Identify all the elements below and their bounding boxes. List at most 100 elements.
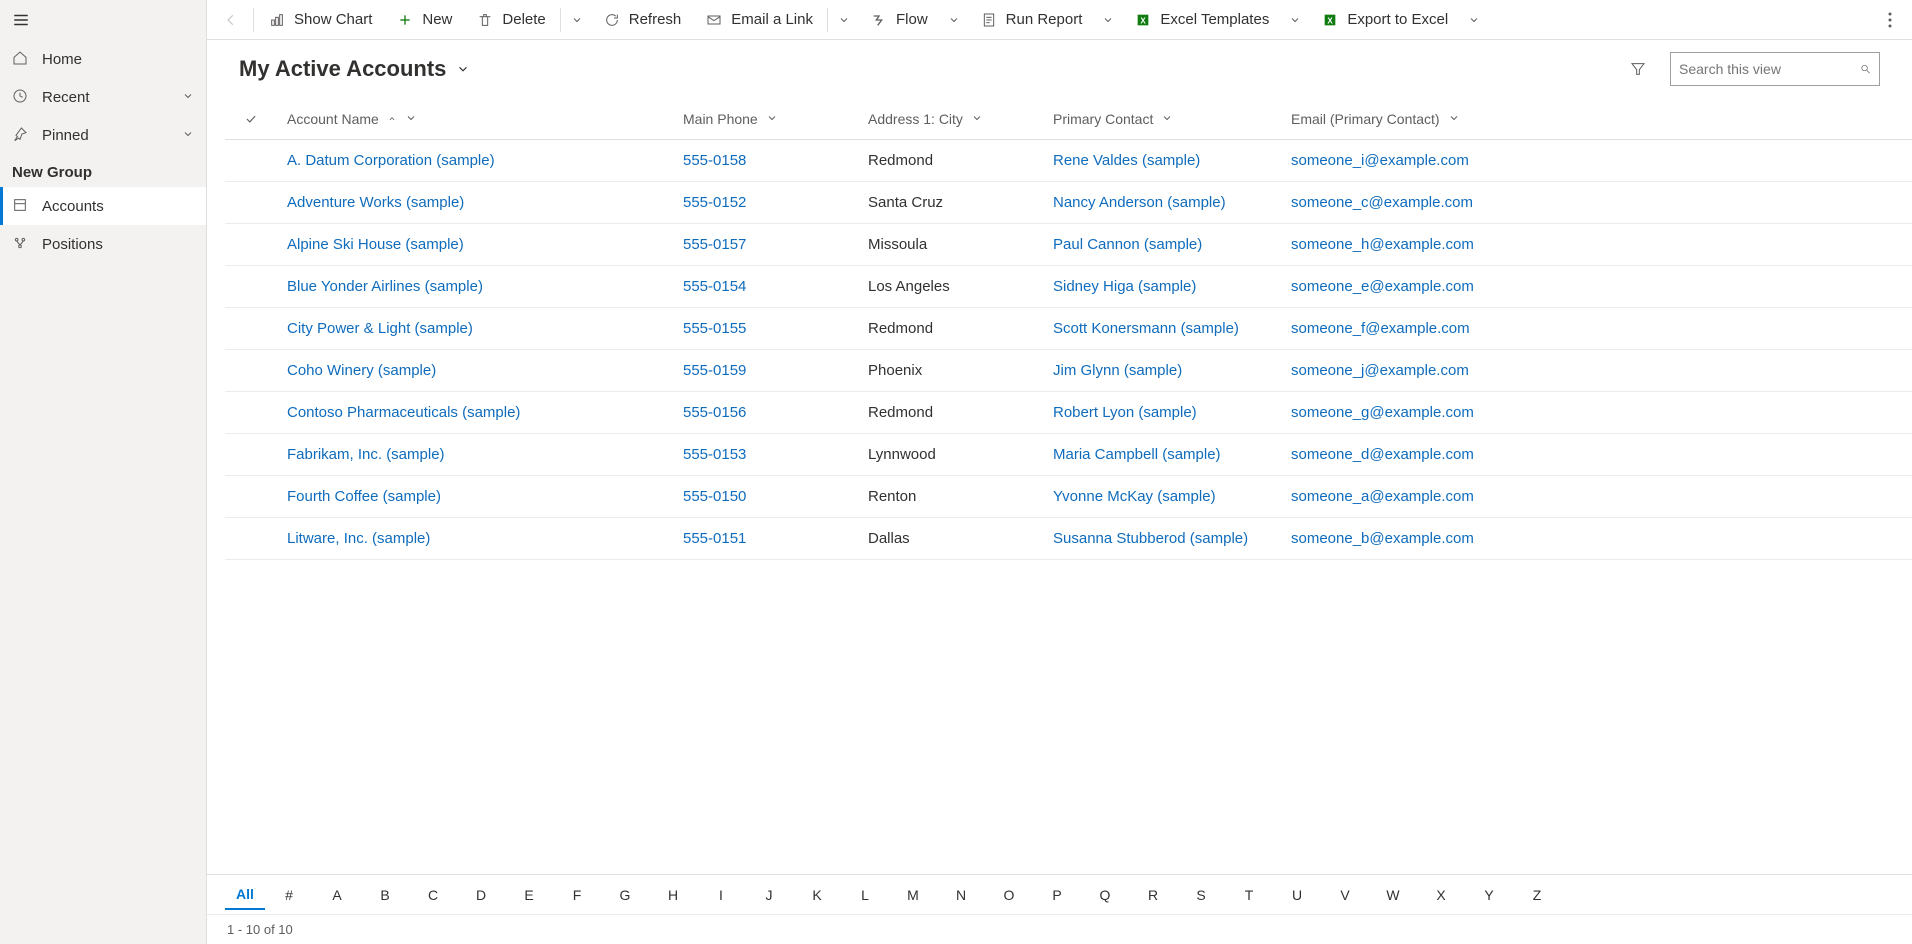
email-link[interactable]: someone_c@example.com xyxy=(1291,194,1473,211)
alpha-filter-s[interactable]: S xyxy=(1177,881,1225,909)
contact-link[interactable]: Scott Konersmann (sample) xyxy=(1053,320,1239,337)
email-link[interactable]: someone_a@example.com xyxy=(1291,488,1474,505)
run-report-button[interactable]: Run Report xyxy=(968,0,1095,40)
cmd-dropdown-button[interactable] xyxy=(563,0,591,40)
email-link[interactable]: someone_i@example.com xyxy=(1291,152,1469,169)
alpha-filter-w[interactable]: W xyxy=(1369,881,1417,909)
table-row[interactable]: City Power & Light (sample)555-0155Redmo… xyxy=(225,308,1912,350)
table-row[interactable]: Adventure Works (sample)555-0152Santa Cr… xyxy=(225,182,1912,224)
phone-link[interactable]: 555-0158 xyxy=(683,152,746,169)
alpha-filter-p[interactable]: P xyxy=(1033,881,1081,909)
sidebar-item-accounts[interactable]: Accounts xyxy=(0,187,206,225)
email-link[interactable]: someone_f@example.com xyxy=(1291,320,1470,337)
account-name-link[interactable]: A. Datum Corporation (sample) xyxy=(287,152,495,169)
alpha-filter-h[interactable]: H xyxy=(649,881,697,909)
search-input[interactable] xyxy=(1679,61,1860,77)
account-name-link[interactable]: Fabrikam, Inc. (sample) xyxy=(287,446,445,463)
alpha-filter-#[interactable]: # xyxy=(265,881,313,909)
column-header-email[interactable]: Email (Primary Contact) xyxy=(1291,111,1551,127)
account-name-link[interactable]: Contoso Pharmaceuticals (sample) xyxy=(287,404,520,421)
alpha-filter-u[interactable]: U xyxy=(1273,881,1321,909)
contact-link[interactable]: Susanna Stubberod (sample) xyxy=(1053,530,1248,547)
sidebar-item-pinned[interactable]: Pinned xyxy=(0,116,206,154)
alpha-filter-o[interactable]: O xyxy=(985,881,1033,909)
alpha-filter-r[interactable]: R xyxy=(1129,881,1177,909)
contact-link[interactable]: Robert Lyon (sample) xyxy=(1053,404,1197,421)
alpha-filter-t[interactable]: T xyxy=(1225,881,1273,909)
contact-link[interactable]: Sidney Higa (sample) xyxy=(1053,278,1196,295)
phone-link[interactable]: 555-0159 xyxy=(683,362,746,379)
alpha-filter-i[interactable]: I xyxy=(697,881,745,909)
alpha-filter-all[interactable]: All xyxy=(225,880,265,910)
table-row[interactable]: Fabrikam, Inc. (sample)555-0153LynnwoodM… xyxy=(225,434,1912,476)
alpha-filter-c[interactable]: C xyxy=(409,881,457,909)
phone-link[interactable]: 555-0153 xyxy=(683,446,746,463)
back-button[interactable] xyxy=(211,0,251,40)
column-header-city[interactable]: Address 1: City xyxy=(868,111,1053,127)
export-to-excel-button[interactable]: XExport to Excel xyxy=(1309,0,1460,40)
table-row[interactable]: Litware, Inc. (sample)555-0151DallasSusa… xyxy=(225,518,1912,560)
cmd-dropdown-button[interactable] xyxy=(1094,0,1122,40)
email-link[interactable]: someone_h@example.com xyxy=(1291,236,1474,253)
account-name-link[interactable]: Blue Yonder Airlines (sample) xyxy=(287,278,483,295)
search-box[interactable] xyxy=(1670,52,1880,86)
account-name-link[interactable]: Litware, Inc. (sample) xyxy=(287,530,430,547)
account-name-link[interactable]: Coho Winery (sample) xyxy=(287,362,436,379)
contact-link[interactable]: Rene Valdes (sample) xyxy=(1053,152,1200,169)
phone-link[interactable]: 555-0157 xyxy=(683,236,746,253)
alpha-filter-d[interactable]: D xyxy=(457,881,505,909)
alpha-filter-m[interactable]: M xyxy=(889,881,937,909)
account-name-link[interactable]: Fourth Coffee (sample) xyxy=(287,488,441,505)
column-header-account-name[interactable]: Account Name xyxy=(287,111,683,127)
alpha-filter-q[interactable]: Q xyxy=(1081,881,1129,909)
alpha-filter-g[interactable]: G xyxy=(601,881,649,909)
alpha-filter-e[interactable]: E xyxy=(505,881,553,909)
hamburger-button[interactable] xyxy=(0,0,206,40)
filter-button[interactable] xyxy=(1618,49,1658,89)
email-link[interactable]: someone_d@example.com xyxy=(1291,446,1474,463)
alpha-filter-f[interactable]: F xyxy=(553,881,601,909)
sidebar-item-positions[interactable]: Positions xyxy=(0,225,206,263)
contact-link[interactable]: Paul Cannon (sample) xyxy=(1053,236,1202,253)
sidebar-item-recent[interactable]: Recent xyxy=(0,78,206,116)
table-row[interactable]: Alpine Ski House (sample)555-0157Missoul… xyxy=(225,224,1912,266)
table-row[interactable]: Blue Yonder Airlines (sample)555-0154Los… xyxy=(225,266,1912,308)
contact-link[interactable]: Maria Campbell (sample) xyxy=(1053,446,1221,463)
cmd-dropdown-button[interactable] xyxy=(830,0,858,40)
email-link[interactable]: someone_e@example.com xyxy=(1291,278,1474,295)
alpha-filter-z[interactable]: Z xyxy=(1513,881,1561,909)
contact-link[interactable]: Jim Glynn (sample) xyxy=(1053,362,1182,379)
alpha-filter-b[interactable]: B xyxy=(361,881,409,909)
cmd-dropdown-button[interactable] xyxy=(1281,0,1309,40)
table-row[interactable]: A. Datum Corporation (sample)555-0158Red… xyxy=(225,140,1912,182)
alpha-filter-x[interactable]: X xyxy=(1417,881,1465,909)
table-row[interactable]: Fourth Coffee (sample)555-0150RentonYvon… xyxy=(225,476,1912,518)
contact-link[interactable]: Nancy Anderson (sample) xyxy=(1053,194,1226,211)
account-name-link[interactable]: City Power & Light (sample) xyxy=(287,320,473,337)
account-name-link[interactable]: Alpine Ski House (sample) xyxy=(287,236,464,253)
alpha-filter-k[interactable]: K xyxy=(793,881,841,909)
phone-link[interactable]: 555-0150 xyxy=(683,488,746,505)
email-link[interactable]: someone_g@example.com xyxy=(1291,404,1474,421)
column-header-main-phone[interactable]: Main Phone xyxy=(683,111,868,127)
alpha-filter-l[interactable]: L xyxy=(841,881,889,909)
refresh-button[interactable]: Refresh xyxy=(591,0,694,40)
select-all-header[interactable] xyxy=(225,112,287,126)
delete-button[interactable]: Delete xyxy=(464,0,557,40)
new-button[interactable]: New xyxy=(384,0,464,40)
email-a-link-button[interactable]: Email a Link xyxy=(693,0,825,40)
flow-button[interactable]: Flow xyxy=(858,0,940,40)
phone-link[interactable]: 555-0155 xyxy=(683,320,746,337)
alpha-filter-a[interactable]: A xyxy=(313,881,361,909)
column-header-primary-contact[interactable]: Primary Contact xyxy=(1053,111,1291,127)
alpha-filter-j[interactable]: J xyxy=(745,881,793,909)
phone-link[interactable]: 555-0152 xyxy=(683,194,746,211)
cmd-dropdown-button[interactable] xyxy=(1460,0,1488,40)
account-name-link[interactable]: Adventure Works (sample) xyxy=(287,194,464,211)
cmd-dropdown-button[interactable] xyxy=(940,0,968,40)
table-row[interactable]: Coho Winery (sample)555-0159PhoenixJim G… xyxy=(225,350,1912,392)
overflow-menu-button[interactable] xyxy=(1872,0,1908,40)
table-row[interactable]: Contoso Pharmaceuticals (sample)555-0156… xyxy=(225,392,1912,434)
email-link[interactable]: someone_b@example.com xyxy=(1291,530,1474,547)
alpha-filter-n[interactable]: N xyxy=(937,881,985,909)
